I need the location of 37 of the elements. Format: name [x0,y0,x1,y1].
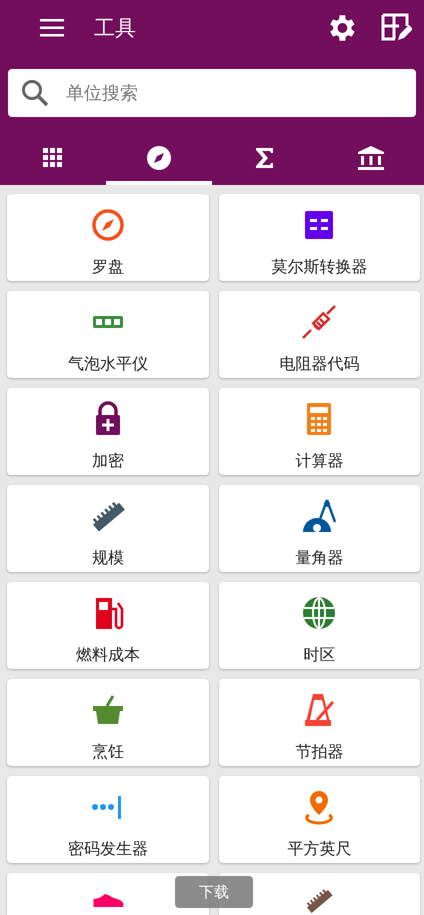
tool-card[interactable]: 烹饪 [7,679,208,766]
menu-icon[interactable] [40,19,64,37]
search-icon [20,78,50,108]
tool-card[interactable]: 密码发生器 [7,776,208,863]
tool-label: 平方英尺 [287,839,352,860]
tool-label: 规模 [92,548,124,569]
tool-card[interactable]: 电阻器代码 [218,291,420,378]
tool-card[interactable]: 燃料成本 [7,582,208,669]
compass-icon [147,146,171,170]
tool-label: 节拍器 [295,742,344,763]
tool-label: 电阻器代码 [279,354,360,375]
tool-card[interactable]: 节拍器 [218,679,420,766]
app-title: 工具 [94,15,137,42]
tool-card[interactable]: 时区 [218,582,420,669]
tool-card[interactable]: 量角器 [218,485,420,572]
tool-card[interactable]: 加密 [7,388,208,475]
tool-label: 时区 [303,645,336,666]
grid-icon [43,148,63,168]
sigma-icon [256,148,274,168]
tool-label: 罗盘 [92,257,124,278]
tool-card[interactable]: 平方英尺 [218,776,420,863]
tool-label: 量角器 [295,548,344,569]
tool-label: 气泡水平仪 [68,354,148,375]
tool-card[interactable]: 气泡水平仪 [7,291,208,378]
tool-card[interactable]: 罗盘 [7,194,208,281]
tool-card[interactable]: 莫尔斯转换器 [218,194,420,281]
bank-icon [358,146,384,170]
tool-label: 密码发生器 [68,839,148,860]
tool-label: 燃料成本 [76,645,140,666]
tool-label: 计算器 [295,451,344,472]
tool-label: 莫尔斯转换器 [271,257,368,278]
tool-label: 加密 [92,451,124,472]
tool-card[interactable]: 规模 [7,485,208,572]
tool-label: 烹饪 [92,742,124,763]
download-toast: 下载 [175,876,253,908]
tool-card[interactable]: 计算器 [218,388,420,475]
search-field[interactable]: 单位搜索 [8,69,416,117]
